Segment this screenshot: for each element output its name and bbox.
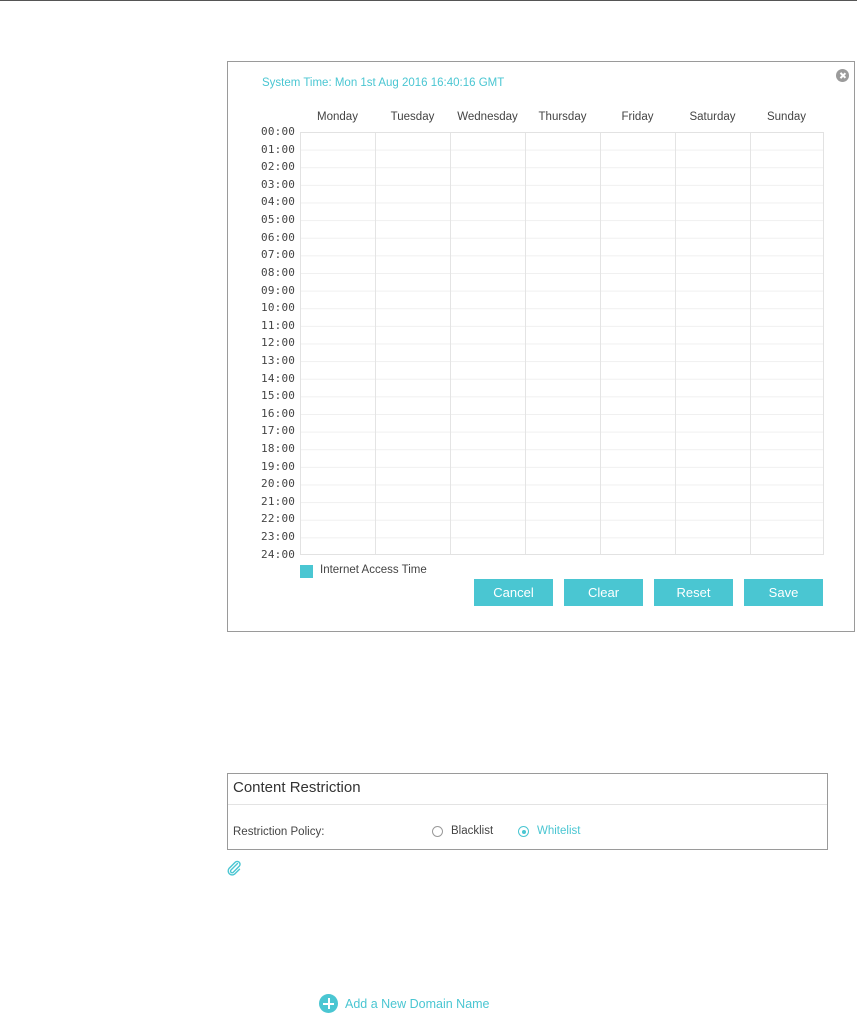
add-domain-label[interactable]: Add a New Domain Name [345,997,490,1011]
content-restriction-panel: Content Restriction Restriction Policy: … [227,773,828,850]
plus-circle-icon[interactable] [319,994,338,1013]
day-label-thursday: Thursday [538,111,587,123]
schedule-grid[interactable] [300,132,824,555]
hour-label: 17:00 [261,424,296,437]
hour-label: 03:00 [261,178,296,191]
legend-label: Internet Access Time [320,564,427,576]
legend-swatch [300,565,313,578]
panel-title: Content Restriction [233,779,361,796]
day-label-friday: Friday [621,111,654,123]
day-label-sunday: Sunday [766,111,806,123]
clear-button[interactable]: Clear [564,579,643,606]
hour-label: 01:00 [261,143,296,156]
blacklist-label[interactable]: Blacklist [451,825,493,837]
hour-label: 16:00 [261,407,296,420]
hour-label: 02:00 [261,160,296,173]
radio-checked-icon[interactable] [518,826,529,837]
hour-label: 21:00 [261,495,296,508]
day-label-tuesday: Tuesday [390,111,435,123]
hour-label: 08:00 [261,266,296,279]
hour-label: 04:00 [261,195,296,208]
system-time: System Time: Mon 1st Aug 2016 16:40:16 G… [262,77,505,89]
hour-label: 23:00 [261,530,296,543]
hour-label: 05:00 [261,213,296,226]
hour-label: 06:00 [261,231,296,244]
day-label-saturday: Saturday [689,111,736,123]
close-icon[interactable] [836,69,849,82]
hour-label: 09:00 [261,284,296,297]
whitelist-label[interactable]: Whitelist [537,825,580,837]
top-divider [0,0,857,1]
hour-label: 00:00 [261,125,296,138]
hour-label: 12:00 [261,336,296,349]
hour-label: 13:00 [261,354,296,367]
hour-label: 14:00 [261,372,296,385]
day-label-wednesday: Wednesday [457,111,518,123]
day-label-monday: Monday [317,111,358,123]
schedule-dialog: System Time: Mon 1st Aug 2016 16:40:16 G… [227,61,855,632]
hour-label: 11:00 [261,319,296,332]
hour-label: 07:00 [261,248,296,261]
hour-label: 19:00 [261,460,296,473]
hour-label: 15:00 [261,389,296,402]
hour-label: 20:00 [261,477,296,490]
cancel-button[interactable]: Cancel [474,579,553,606]
hour-label: 24:00 [261,548,296,561]
hour-label: 22:00 [261,512,296,525]
hour-label: 10:00 [261,301,296,314]
restriction-policy-label: Restriction Policy: [233,826,325,838]
paperclip-icon [227,860,241,876]
radio-unchecked-icon[interactable] [432,826,443,837]
save-button[interactable]: Save [744,579,823,606]
panel-divider [228,804,827,805]
reset-button[interactable]: Reset [654,579,733,606]
hour-label: 18:00 [261,442,296,455]
